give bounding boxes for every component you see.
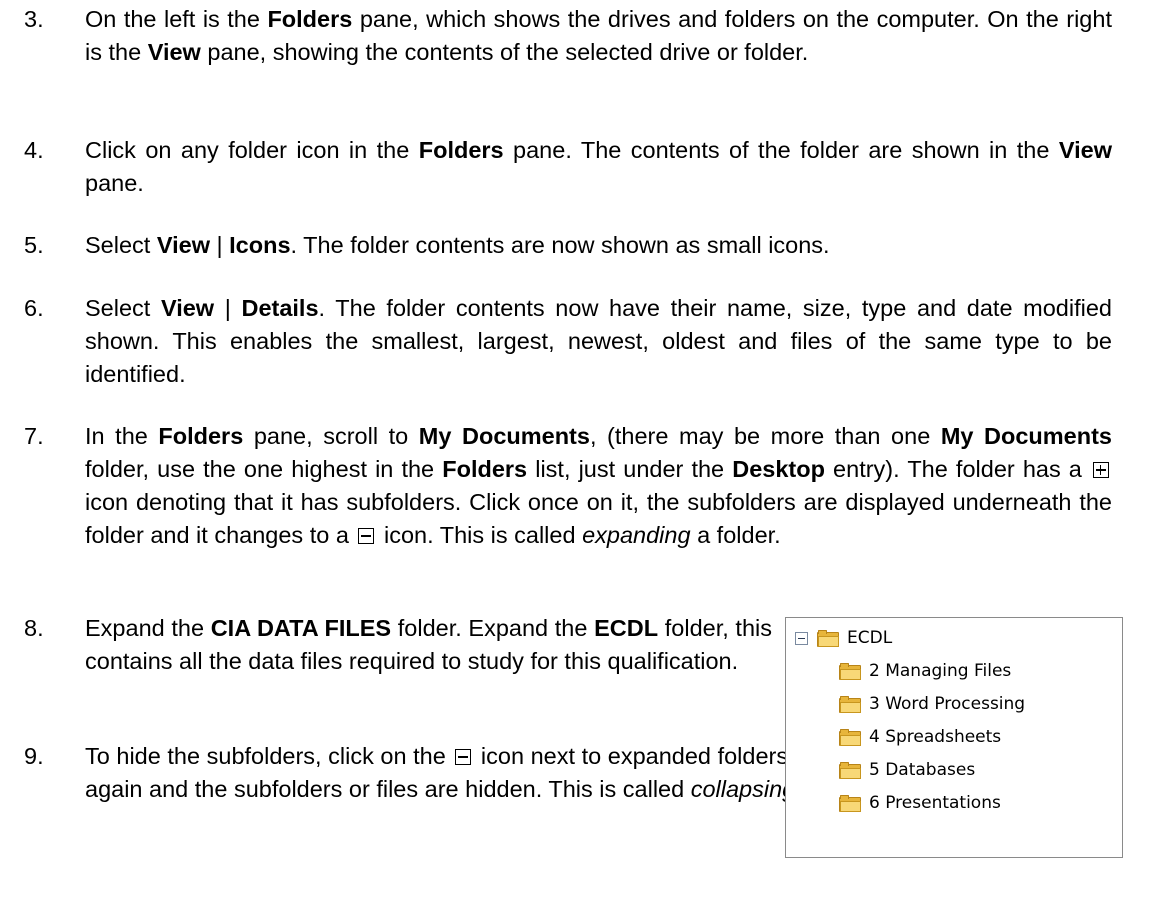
step-number: 3.	[24, 6, 44, 32]
bold-term: My Documents	[940, 423, 1112, 449]
text-run: In the	[85, 423, 159, 449]
tree-child-row[interactable]: 5 Databases	[839, 757, 975, 783]
bold-term: View	[160, 295, 215, 321]
italic-term: collapsing	[690, 776, 796, 802]
text-run: entry). The folder has a	[824, 456, 1090, 482]
tree-child-label: 5 Databases	[869, 760, 976, 780]
folder-icon	[839, 761, 861, 779]
text-run: Select	[85, 295, 161, 321]
tree-child-label: 2 Managing Files	[869, 661, 1012, 681]
folder-icon	[839, 662, 861, 680]
bold-term: Icons	[229, 232, 291, 258]
step-number: 8.	[24, 615, 44, 641]
step-number: 7.	[24, 423, 44, 449]
tree-child-row[interactable]: 3 Word Processing	[839, 691, 1025, 717]
tree-child-label: 3 Word Processing	[869, 694, 1026, 714]
bold-term: Folders	[418, 137, 504, 163]
tree-child-label: 6 Presentations	[869, 793, 1001, 813]
bold-term: Folders	[158, 423, 244, 449]
text-run: Click on any folder icon in the	[85, 137, 419, 163]
tree-root-label: ECDL	[847, 628, 893, 648]
text-run: a folder.	[690, 522, 781, 548]
bold-term: ECDL	[594, 615, 659, 641]
text-run: . The folder contents are now shown as s…	[290, 232, 830, 258]
text-run: |	[209, 232, 230, 258]
step-number: 6.	[24, 295, 44, 321]
text-run: folder, use the one highest in the	[85, 456, 443, 482]
folder-icon	[839, 728, 861, 746]
minus-box-icon	[358, 528, 375, 544]
tree-child-row[interactable]: 4 Spreadsheets	[839, 724, 1001, 750]
folder-tree-screenshot: ECDL 2 Managing Files 3 Word Processing …	[785, 617, 1123, 858]
folder-icon	[839, 794, 861, 812]
tree-child-label: 4 Spreadsheets	[869, 727, 1002, 747]
bold-term: Desktop	[732, 456, 825, 482]
text-run: pane.	[85, 170, 144, 196]
step-number: 9.	[24, 743, 44, 769]
step-text: On the left is the Folders pane, which s…	[85, 3, 1112, 69]
bold-term: Folders	[267, 6, 353, 32]
bold-term: Details	[241, 295, 319, 321]
collapse-toggle-icon[interactable]	[795, 631, 808, 645]
italic-term: expanding	[582, 522, 691, 548]
tree-root-row[interactable]: ECDL	[795, 625, 892, 651]
text-run: pane, scroll to	[243, 423, 419, 449]
folder-icon	[839, 695, 861, 713]
bold-term: View	[156, 232, 210, 258]
folder-icon	[817, 629, 839, 647]
bold-term: Folders	[442, 456, 528, 482]
bold-term: View	[1058, 137, 1112, 163]
text-run: pane. The contents of the folder are sho…	[503, 137, 1059, 163]
document-page: { "steps": [ { "num": "3.", "parts": [ {…	[0, 0, 1150, 920]
step-text: Select View | Icons. The folder contents…	[85, 229, 1112, 262]
minus-box-icon	[455, 749, 472, 765]
text-run: |	[214, 295, 242, 321]
bold-term: View	[147, 39, 201, 65]
tree-child-row[interactable]: 6 Presentations	[839, 790, 1001, 816]
step-number: 4.	[24, 137, 44, 163]
step-text: Expand the CIA DATA FILES folder. Expand…	[85, 612, 772, 678]
bold-term: CIA DATA FILES	[210, 615, 392, 641]
text-run: , (there may be more than one	[589, 423, 941, 449]
step-number: 5.	[24, 232, 44, 258]
text-run: pane, showing the contents of the select…	[200, 39, 809, 65]
text-run: Expand the	[85, 615, 211, 641]
text-run: folder. Expand the	[391, 615, 595, 641]
text-run: list, just under the	[527, 456, 733, 482]
text-run: icon. This is called	[377, 522, 583, 548]
plus-box-icon	[1092, 462, 1109, 478]
step-text: Click on any folder icon in the Folders …	[85, 134, 1112, 200]
text-run: icon next to expanded folders. A	[474, 743, 821, 769]
step-text: Select View | Details. The folder conten…	[85, 292, 1112, 391]
text-run: To hide the subfolders, click on the	[85, 743, 453, 769]
step-text: In the Folders pane, scroll to My Docume…	[85, 420, 1112, 552]
text-run: Select	[85, 232, 157, 258]
text-run: On the left is the	[85, 6, 268, 32]
bold-term: My Documents	[418, 423, 590, 449]
tree-child-row[interactable]: 2 Managing Files	[839, 658, 1011, 684]
